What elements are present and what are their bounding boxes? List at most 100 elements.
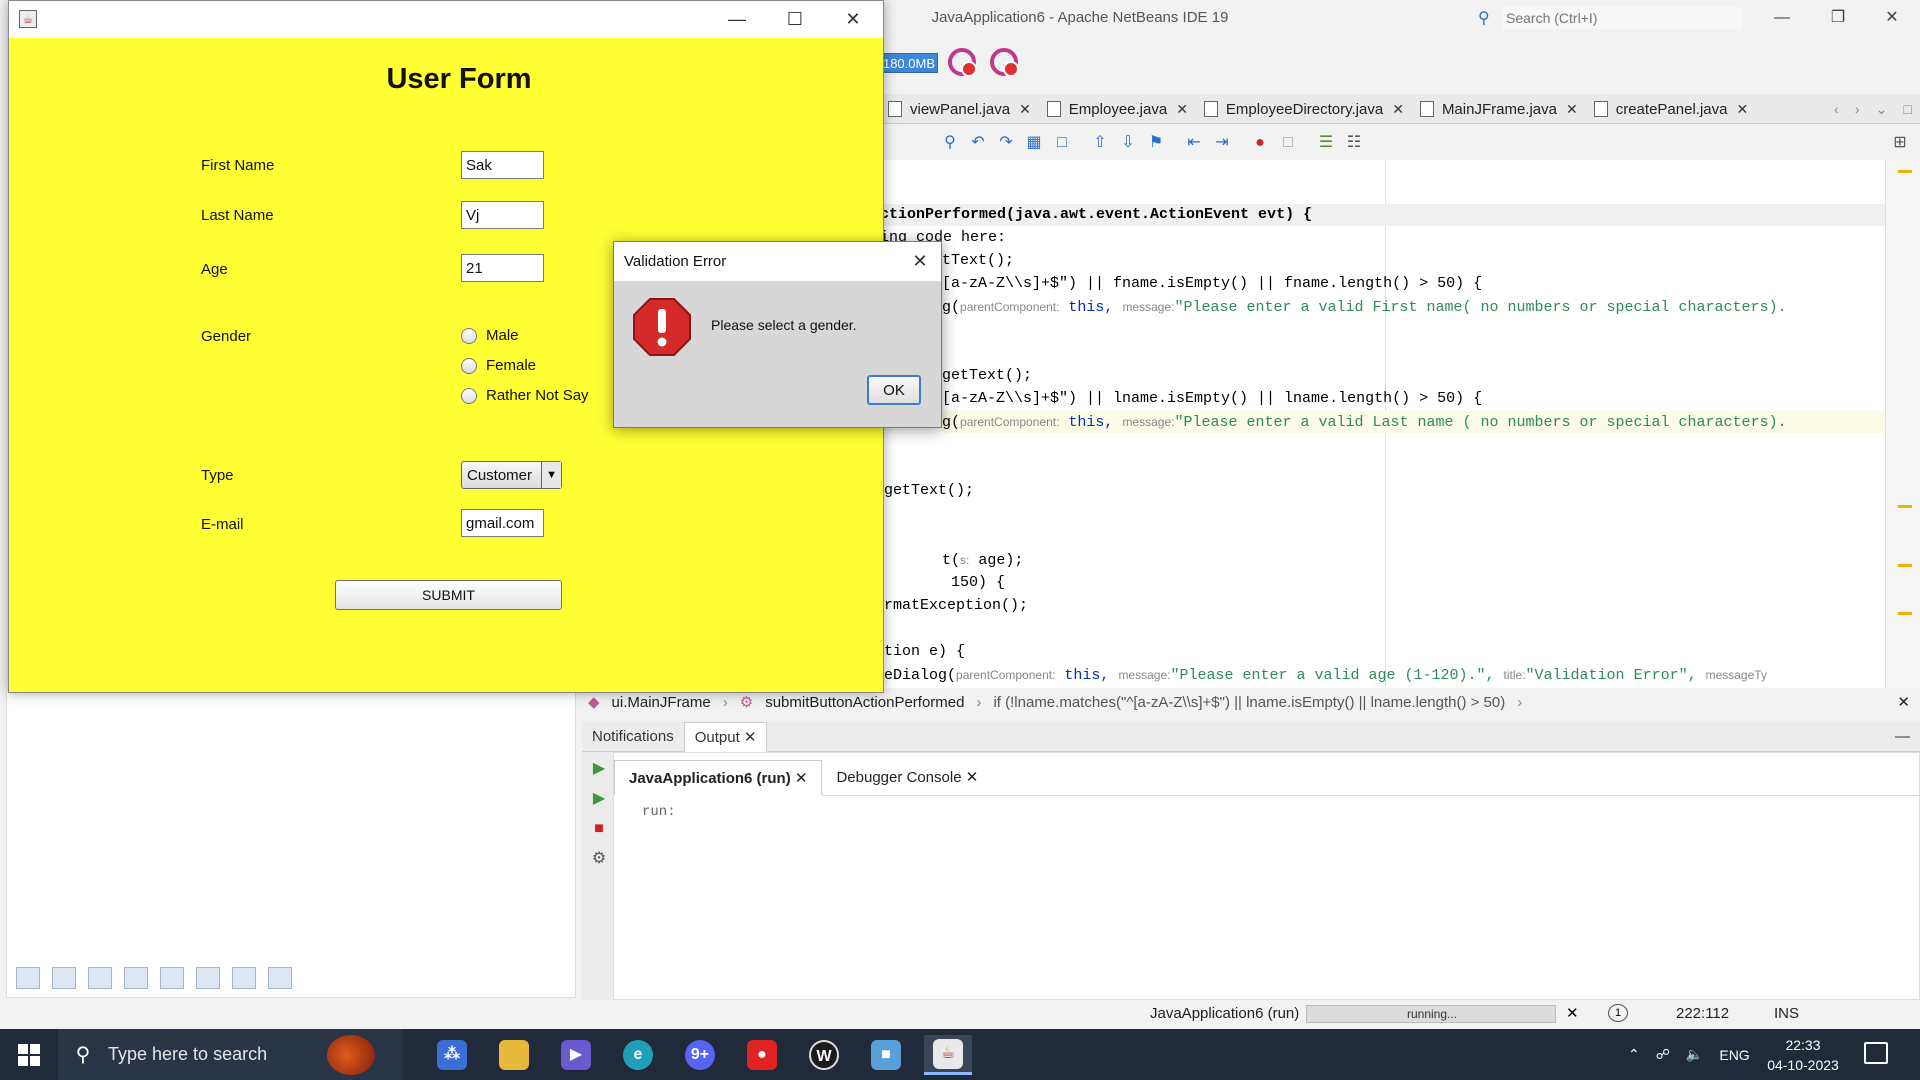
tab-run-output[interactable]: JavaApplication6 (run) ✕	[614, 760, 823, 796]
gender-radio-female[interactable]: Female	[461, 357, 536, 374]
close-icon[interactable]: ✕	[1176, 101, 1188, 118]
tab-output[interactable]: Output ✕	[683, 722, 768, 752]
type-dropdown[interactable]: Customer ▼	[461, 461, 562, 489]
tab-createpanel[interactable]: createPanel.java ✕	[1586, 94, 1756, 124]
warning-mark[interactable]	[1898, 170, 1912, 173]
start-button[interactable]	[0, 1029, 58, 1080]
taskbar-app-file-explorer[interactable]	[490, 1035, 538, 1075]
radio-button[interactable]	[461, 357, 477, 374]
close-icon[interactable]: ✕	[900, 242, 940, 281]
close-icon[interactable]: ✕	[966, 769, 979, 786]
lock-icon[interactable]	[124, 967, 148, 989]
taskbar-app-vscode-like[interactable]: ⁂	[428, 1035, 476, 1075]
ide-search-input[interactable]	[1502, 7, 1742, 29]
breadcrumb-method[interactable]: submitButtonActionPerformed	[765, 694, 964, 711]
find-icon[interactable]: ⚲	[940, 133, 960, 153]
chevron-up-icon[interactable]: ⌃	[1628, 1046, 1640, 1063]
find-next-icon[interactable]: ↷	[996, 133, 1016, 153]
maximize-icon[interactable]: □	[1903, 101, 1911, 117]
tab-notifications[interactable]: Notifications	[582, 722, 684, 752]
close-icon[interactable]: ✕	[1019, 101, 1031, 118]
close-icon[interactable]: ✕	[1566, 101, 1578, 118]
tab-employee[interactable]: Employee.java ✕	[1039, 94, 1196, 124]
split-icon[interactable]: ⊞	[1890, 133, 1910, 153]
cancel-icon[interactable]: ✕	[1566, 1004, 1579, 1022]
rerun-config-icon[interactable]: ▶	[590, 790, 608, 808]
minimize-panel-icon[interactable]: —	[1885, 722, 1920, 752]
stop-icon[interactable]: ■	[590, 820, 608, 838]
layout-icon[interactable]	[196, 967, 220, 989]
first-name-field[interactable]	[461, 151, 544, 179]
taskbar-app-netbeans[interactable]: ■	[862, 1035, 910, 1075]
notification-count[interactable]: 1	[1608, 1004, 1628, 1022]
panel-icon[interactable]	[52, 967, 76, 989]
caret-position[interactable]: 222:112	[1676, 1005, 1729, 1022]
sort-icon[interactable]	[268, 967, 292, 989]
tab-employeedirectory[interactable]: EmployeeDirectory.java ✕	[1196, 94, 1412, 124]
minimize-icon[interactable]: —	[1754, 0, 1810, 36]
close-icon[interactable]: ✕	[795, 770, 808, 787]
gc-icon[interactable]	[948, 48, 977, 77]
bookmark-toggle-icon[interactable]: ⚑	[1146, 133, 1166, 153]
select-icon[interactable]: □	[1052, 133, 1072, 153]
taskbar-app-edge[interactable]: e	[614, 1035, 662, 1075]
chevron-right-icon[interactable]: ›	[1855, 101, 1860, 117]
tab-mainjframe[interactable]: MainJFrame.java ✕	[1412, 94, 1586, 124]
gender-radio-rather-not-say[interactable]: Rather Not Say	[461, 387, 589, 404]
taskbar-clock[interactable]: 22:33 04-10-2023	[1763, 1035, 1843, 1075]
restore-icon[interactable]: ❐	[1810, 0, 1866, 36]
close-icon[interactable]: ✕	[1897, 693, 1910, 711]
tab-viewpanel[interactable]: viewPanel.java ✕	[880, 94, 1039, 124]
insert-mode[interactable]: INS	[1774, 1005, 1799, 1022]
find-previous-icon[interactable]: ↶	[968, 133, 988, 153]
language-indicator[interactable]: ENG	[1719, 1047, 1749, 1063]
close-icon[interactable]: ✕	[1392, 101, 1404, 118]
last-name-field[interactable]	[461, 201, 544, 229]
close-icon[interactable]: ✕	[823, 1, 883, 38]
image-icon[interactable]	[160, 967, 184, 989]
status-run-label[interactable]: JavaApplication6 (run)	[1150, 1005, 1299, 1022]
age-field[interactable]	[461, 254, 544, 282]
code-editor[interactable]: ctionPerformed(java.awt.event.ActionEven…	[880, 160, 1885, 688]
bookmark-prev-icon[interactable]: ⇧	[1090, 133, 1110, 153]
email-field[interactable]	[461, 509, 544, 537]
close-icon[interactable]: ✕	[1736, 101, 1748, 118]
shift-left-icon[interactable]: ⇤	[1184, 133, 1204, 153]
minimize-icon[interactable]: —	[707, 1, 767, 38]
warning-mark[interactable]	[1898, 564, 1912, 567]
taskbar-app-terminal[interactable]: ▶	[552, 1035, 600, 1075]
align-icon[interactable]	[232, 967, 256, 989]
separator-icon[interactable]	[88, 967, 112, 989]
comment-icon[interactable]: ☰	[1316, 133, 1336, 153]
taskbar-app-discord[interactable]: 9+	[676, 1035, 724, 1075]
warning-mark[interactable]	[1898, 612, 1912, 615]
notification-center-icon[interactable]	[1864, 1042, 1888, 1064]
breadcrumb-class[interactable]: ui.MainJFrame	[612, 694, 711, 711]
taskbar-app-java[interactable]: ☕	[924, 1035, 972, 1075]
ok-button[interactable]: OK	[867, 375, 921, 405]
shift-right-icon[interactable]: ⇥	[1212, 133, 1232, 153]
taskbar-search[interactable]: ⚲ Type here to search	[58, 1029, 403, 1080]
close-icon[interactable]: ✕	[744, 729, 757, 746]
error-stripe[interactable]	[1885, 160, 1920, 688]
radio-button[interactable]	[461, 387, 477, 404]
palette-icon[interactable]	[16, 967, 40, 989]
record-macro-icon[interactable]: ●	[1250, 133, 1270, 153]
uncomment-icon[interactable]: ☷	[1344, 133, 1364, 153]
toggle-highlight-icon[interactable]: ▦	[1024, 133, 1044, 153]
profile-icon[interactable]	[990, 48, 1019, 77]
warning-mark[interactable]	[1898, 505, 1912, 508]
chevron-down-icon[interactable]: ⌄	[1876, 101, 1888, 118]
stop-macro-icon[interactable]: □	[1278, 133, 1298, 153]
taskbar-app-w[interactable]: W	[800, 1035, 848, 1075]
chevron-down-icon[interactable]: ▼	[541, 462, 561, 488]
chevron-left-icon[interactable]: ‹	[1834, 101, 1839, 117]
network-icon[interactable]: ☍	[1656, 1046, 1670, 1063]
close-icon[interactable]: ✕	[1864, 0, 1920, 36]
rerun-icon[interactable]: ▶	[590, 760, 608, 778]
submit-button[interactable]: SUBMIT	[335, 580, 562, 610]
volume-icon[interactable]: 🔈	[1686, 1046, 1703, 1063]
bookmark-next-icon[interactable]: ⇩	[1118, 133, 1138, 153]
ide-search-box[interactable]: ⚲	[1478, 7, 1750, 29]
gender-radio-male[interactable]: Male	[461, 327, 519, 344]
